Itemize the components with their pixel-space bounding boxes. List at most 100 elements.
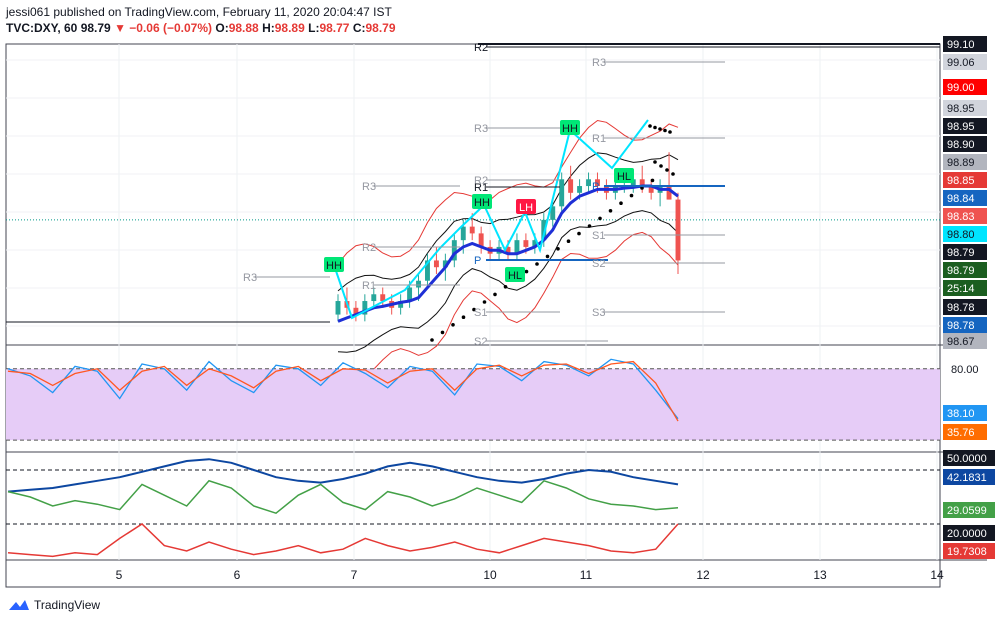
sar-dot xyxy=(461,315,466,320)
price-scale-label-text: 98.78 xyxy=(947,320,975,332)
price-scale-label: 98.90 xyxy=(943,136,987,152)
pivot-label: S2 xyxy=(592,258,605,270)
swing-marker-label: LH xyxy=(519,202,533,214)
sar-dot xyxy=(598,216,602,221)
dmi-value-label: 50.0000 xyxy=(943,450,995,466)
price-scale-label: 98.80 xyxy=(943,226,987,242)
price-scale-label-text: 99.06 xyxy=(947,57,975,69)
swing-marker: HH xyxy=(324,257,344,272)
pivot-label: S1 xyxy=(592,230,605,242)
candle xyxy=(559,172,565,214)
pivot-label: P xyxy=(474,255,481,267)
moving-average-line xyxy=(337,184,679,323)
x-tick-label: 5 xyxy=(116,568,123,582)
candle-body xyxy=(469,226,475,234)
sar-dot xyxy=(493,292,497,297)
sar-dot xyxy=(566,239,571,243)
price-scale-label: 98.78 xyxy=(943,317,987,333)
price-scale-label: 99.00 xyxy=(943,79,987,95)
pivot-label: S1 xyxy=(474,307,487,319)
pivot-label: R2 xyxy=(362,242,376,254)
dmi-value-label-text: 50.0000 xyxy=(947,453,987,465)
sar-dot xyxy=(440,330,445,335)
candle-body xyxy=(460,226,466,241)
sar-dot xyxy=(619,201,623,205)
chart-canvas[interactable]: 5 6 7 10 11 12 13 14R2R3R3R2R1R3R2R1R3R1PPS1S1S… xyxy=(0,0,1008,624)
di-minus-line xyxy=(7,523,679,558)
tradingview-brand[interactable]: TradingView xyxy=(8,598,100,612)
dmi-value-label: 42.1831 xyxy=(943,469,995,485)
stoch-level-label: 80.00 xyxy=(951,364,979,376)
price-scale-label: 98.85 xyxy=(943,172,987,188)
sar-dot xyxy=(629,193,634,198)
sar-dot xyxy=(663,128,667,133)
sar-dot xyxy=(535,262,539,266)
price-scale-label: 98.78 xyxy=(943,299,987,315)
dmi-value-label: 20.0000 xyxy=(943,525,995,541)
sar-dot xyxy=(451,323,455,327)
candle-body xyxy=(577,186,583,193)
swing-marker: HL xyxy=(614,168,634,183)
pivot-label: R2 xyxy=(474,42,488,54)
candle xyxy=(586,172,591,193)
candle xyxy=(657,179,663,207)
sar-dot xyxy=(608,209,613,213)
sar-dot xyxy=(503,285,508,289)
stoch-value-label-text: 35.76 xyxy=(947,427,975,439)
price-scale-label: 98.79 xyxy=(943,244,987,260)
price-scale-label: 98.95 xyxy=(943,118,987,134)
swing-marker: LH xyxy=(516,199,536,214)
brand-name: TradingView xyxy=(34,598,101,612)
candle xyxy=(514,233,520,261)
price-scale-label-text: 98.80 xyxy=(947,229,975,241)
sar-dot xyxy=(556,247,560,251)
sar-dot xyxy=(658,127,662,131)
price-scale-label-text: 98.95 xyxy=(947,121,975,133)
candle-body xyxy=(433,260,439,268)
tradingview-logo-icon xyxy=(9,600,29,610)
sar-dot xyxy=(587,224,592,228)
dmi-value-label-text: 19.7308 xyxy=(947,546,987,558)
candle xyxy=(362,294,368,322)
price-scale-label: 98.84 xyxy=(943,190,987,206)
candle-body xyxy=(675,199,681,261)
sar-dot xyxy=(659,164,663,168)
price-scale-label-text: 99.00 xyxy=(947,82,975,94)
dmi-value-label: 29.0599 xyxy=(943,502,995,518)
price-scale-label: 25:14 xyxy=(943,280,987,296)
candle-body xyxy=(371,294,377,302)
pivot-label: R3 xyxy=(362,181,376,193)
candle-body xyxy=(586,179,591,187)
price-scale-label-text: 25:14 xyxy=(947,283,975,295)
sar-dot xyxy=(577,231,581,236)
pivot-label: S3 xyxy=(592,307,605,319)
sar-dot xyxy=(653,125,657,130)
price-scale-label-text: 98.95 xyxy=(947,103,975,115)
stoch-band-fill xyxy=(6,368,940,441)
x-tick-label: 6 xyxy=(234,568,241,582)
price-scale-label: 98.67 xyxy=(943,333,987,349)
candle xyxy=(425,253,430,288)
pivot-label: R3 xyxy=(474,123,488,135)
dmi-value-label-text: 29.0599 xyxy=(947,505,987,517)
candle-body xyxy=(523,240,529,247)
x-tick-label: 12 xyxy=(696,568,710,582)
price-scale-label: 99.10 xyxy=(943,36,987,52)
pivot-label: R1 xyxy=(592,133,606,145)
swing-marker: HL xyxy=(505,267,525,282)
price-scale-label-text: 98.90 xyxy=(947,139,975,151)
sar-dot xyxy=(545,254,550,259)
price-scale-label-text: 98.89 xyxy=(947,157,975,169)
swing-marker-label: HH xyxy=(474,197,490,209)
price-scale-label: 98.79 xyxy=(943,262,987,278)
dmi-value-label-text: 42.1831 xyxy=(947,472,987,484)
swing-marker: HH xyxy=(472,194,492,209)
swing-marker-label: HH xyxy=(326,260,342,272)
sar-dot xyxy=(648,124,652,128)
sar-dot xyxy=(524,269,529,274)
price-scale-label-text: 98.79 xyxy=(947,265,975,277)
chart-frame xyxy=(5,43,941,588)
sar-dot xyxy=(668,130,672,134)
dmi-value-label-text: 20.0000 xyxy=(947,528,987,540)
pivot-label: R1 xyxy=(362,280,376,292)
